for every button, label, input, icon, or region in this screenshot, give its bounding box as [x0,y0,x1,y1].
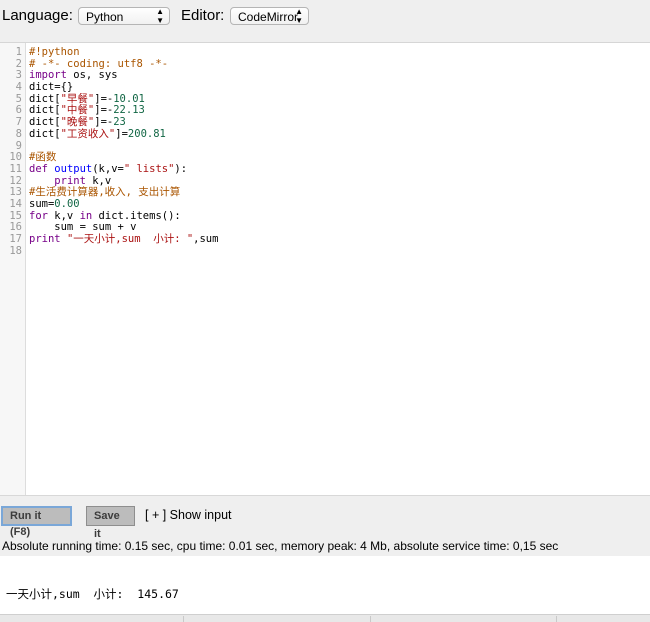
code-token: #!python [29,46,80,58]
footer-divider [183,616,184,622]
code-token: "一天小计,sum 小计: " [66,233,194,245]
code-token: "中餐" [60,104,95,117]
line-number: 4 [15,81,22,94]
editor-select[interactable]: CodeMirror ▲ ▼ [230,7,309,25]
output-text: 一天小计,sum 小计: 145.67 [6,587,179,601]
line-number: 11 [9,162,22,175]
code-line: 18 [0,244,650,258]
code-editor[interactable]: 1 #!python 2 # -*- coding: utf8 -*- 3 import … [0,43,650,495]
line-number: 17 [9,233,22,245]
footer-divider [556,616,557,622]
footer-divider [370,616,371,622]
language-label: Language: [2,7,73,24]
code-token: dict.items(): [92,209,181,222]
code-token: # -*- coding: utf8 -*- [29,57,169,70]
code-token: "工资收入" [60,127,116,140]
code-token: dict[ [29,104,61,117]
code-token: (k,v= [92,162,124,175]
code-text: dict["工资收入"]=200.81 [29,127,166,141]
code-token: k,v [47,209,80,222]
code-token: 0.00 [54,197,80,210]
code-token: os, sys [66,69,118,82]
code-token: #生活费计算器,收入, 支出计算 [29,186,181,199]
code-token: #函数 [29,151,57,164]
code-token: print [29,233,61,245]
code-token: ]=- [94,116,114,129]
code-token: dict[ [29,116,61,129]
code-line: 13 #生活费计算器,收入, 支出计算 [0,186,650,199]
code-token: ]=- [94,92,114,105]
code-token: dict[ [29,92,61,105]
code-token: 23 [113,116,126,129]
code-token: ]= [115,127,128,140]
code-token: for [29,209,48,222]
run-button[interactable]: Run it (F8) [1,506,72,538]
code-token: sum= [29,197,55,210]
code-area[interactable]: 1 #!python 2 # -*- coding: utf8 -*- 3 import … [0,46,650,258]
code-token: in [79,209,93,222]
code-token: dict[ [29,127,61,140]
code-token: ,sum [193,233,219,245]
code-line: 9 [0,140,650,153]
line-number: 1 [15,46,22,58]
code-token: output [54,162,93,175]
top-toolbar: Language: Python ▲ ▼ Editor: CodeMirror ▲… [0,0,650,43]
language-select[interactable]: Python ▲ ▼ [78,7,170,25]
code-token: 10.01 [113,92,145,105]
select-arrows-icon: ▲ ▼ [156,7,164,25]
editor-select-value: CodeMirror [238,10,299,24]
code-line: 3 import os, sys [0,70,650,82]
code-token: 200.81 [127,127,166,140]
run-bar: Run it (F8) Save it [ + ] Show input Abs… [0,495,650,556]
save-button[interactable]: Save it [86,506,135,540]
code-token: k,v [85,174,112,187]
code-token: " lists" [123,162,175,175]
editor-label: Editor: [181,7,225,24]
code-token: def [29,162,48,175]
code-token: print [54,174,86,187]
code-token: sum = sum + v [29,221,137,234]
output-panel: 一天小计,sum 小计: 145.67 [0,556,650,614]
code-token: ): [174,162,188,175]
execution-stats: Absolute running time: 0.15 sec, cpu tim… [2,539,559,553]
line-number: 14 [9,197,22,210]
line-number: 18 [9,244,22,257]
code-text: print "一天小计,sum 小计: ",sum [29,233,219,246]
show-input-toggle[interactable]: [ + ] Show input [145,508,232,522]
code-token: "早餐" [60,92,95,105]
code-token: 22.13 [113,104,145,117]
line-number: 8 [15,127,22,140]
code-line: 8 dict["工资收入"]=200.81 [0,127,650,141]
code-token: "晚餐" [60,116,95,129]
code-token: ]=- [94,104,114,117]
code-token: import [29,69,67,82]
select-arrows-icon: ▲ ▼ [295,7,303,25]
code-token: dict={} [29,81,74,94]
language-select-value: Python [86,10,124,24]
code-line: 17 print "一天小计,sum 小计: ",sum [0,233,650,246]
